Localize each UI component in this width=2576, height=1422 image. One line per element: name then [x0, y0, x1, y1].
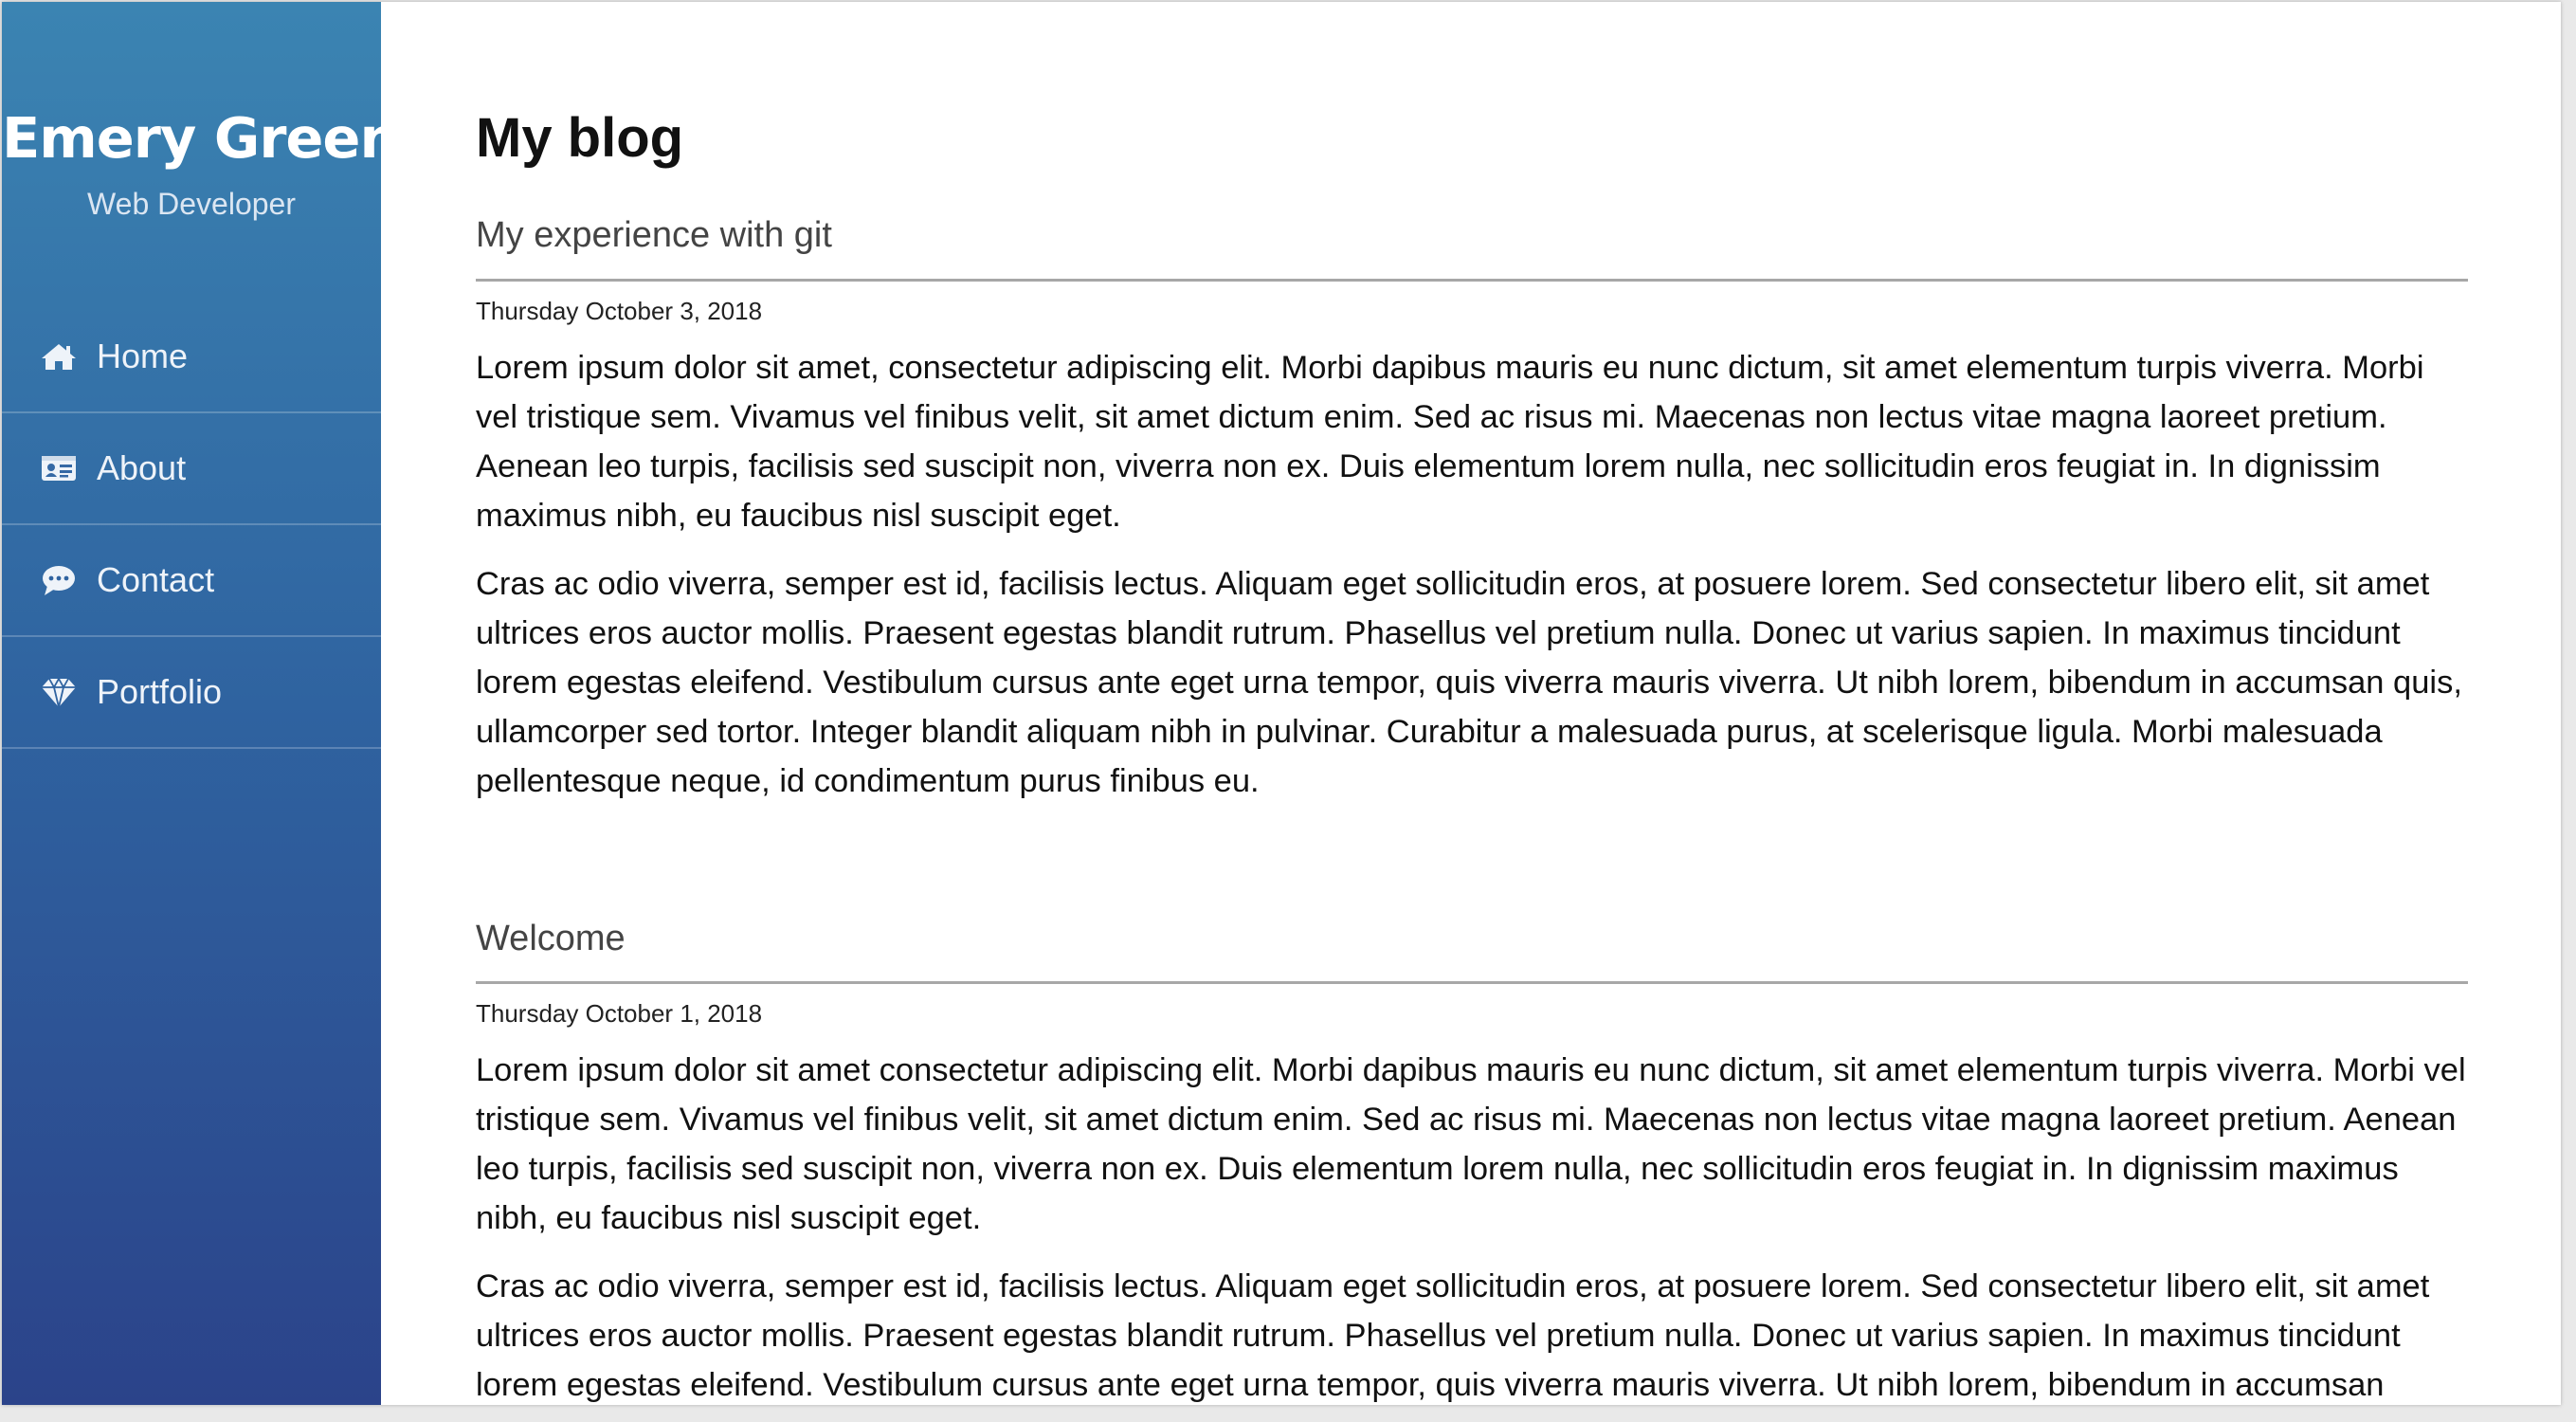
- sidebar-item-label: Home: [97, 337, 189, 375]
- sidebar-nav: Home About Contact Portfolio: [2, 301, 381, 749]
- comment-icon: [40, 561, 78, 599]
- browser-viewport: Emery Green Web Developer Home About Con…: [2, 2, 2561, 1405]
- diamond-icon: [40, 673, 78, 711]
- sidebar-item-label: About: [97, 448, 187, 487]
- main-content: My blog My experience with git Thursday …: [381, 2, 2561, 1405]
- sidebar-item-label: Contact: [97, 560, 215, 599]
- post-title[interactable]: Welcome: [476, 919, 2468, 985]
- post-paragraph: Cras ac odio viverra, semper est id, fac…: [476, 565, 2462, 799]
- home-icon: [40, 337, 78, 375]
- blog-post: My experience with git Thursday October …: [476, 215, 2468, 806]
- id-card-icon: [40, 449, 78, 487]
- sidebar: Emery Green Web Developer Home About Con…: [2, 2, 399, 1405]
- brand: Emery Green Web Developer: [2, 2, 399, 222]
- site-owner-name[interactable]: Emery Green: [2, 110, 399, 166]
- post-title[interactable]: My experience with git: [476, 215, 2468, 282]
- post-date: Thursday October 1, 2018: [476, 999, 763, 1029]
- blog-post: Welcome Thursday October 1, 2018 Lorem i…: [476, 919, 2468, 1405]
- post-paragraph: Lorem ipsum dolor sit amet consectetur a…: [476, 1052, 2466, 1237]
- sidebar-item-label: Portfolio: [97, 672, 223, 711]
- sidebar-item-home[interactable]: Home: [2, 301, 381, 413]
- site-owner-role: Web Developer: [87, 187, 296, 221]
- page-title: My blog: [476, 107, 684, 169]
- post-paragraph: Lorem ipsum dolor sit amet, consectetur …: [476, 349, 2424, 534]
- sidebar-item-portfolio[interactable]: Portfolio: [2, 637, 381, 749]
- sidebar-item-contact[interactable]: Contact: [2, 525, 381, 637]
- sidebar-item-about[interactable]: About: [2, 413, 381, 525]
- post-paragraph: Cras ac odio viverra, semper est id, fac…: [476, 1268, 2430, 1404]
- post-date: Thursday October 3, 2018: [476, 296, 763, 325]
